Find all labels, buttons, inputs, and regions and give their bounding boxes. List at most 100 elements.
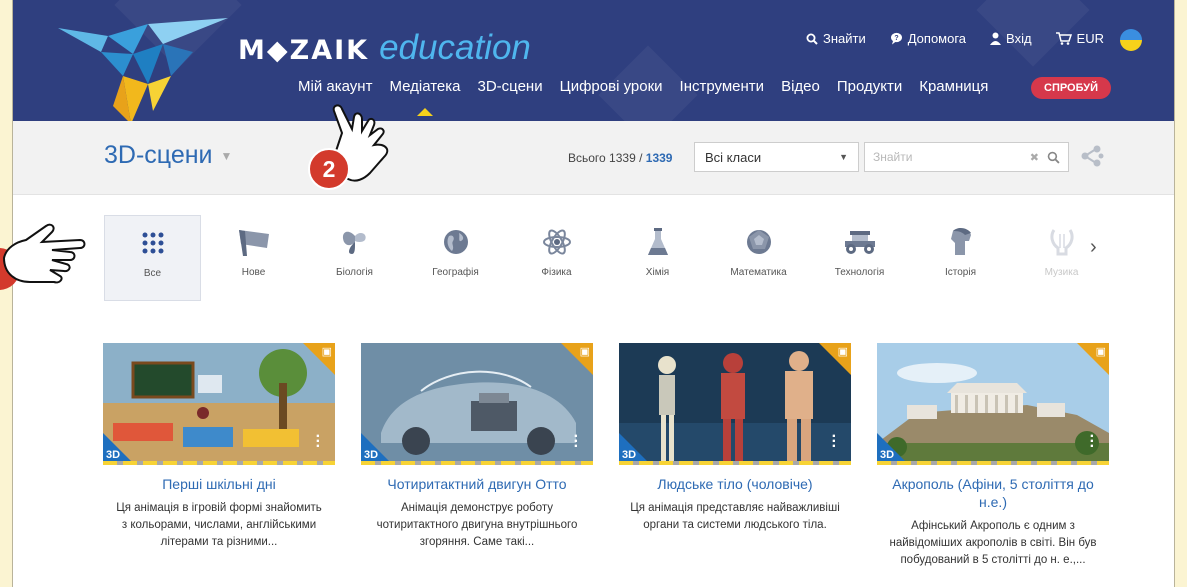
category-label: Хімія [645,267,670,278]
scene-card: ▣ 3D · · · Перші шкільні дні Ця анімація в… [103,343,335,569]
3d-label: 3D [106,449,121,461]
search-box: ✖ [864,142,1069,172]
category-label: Нове [241,267,266,278]
section-title-dropdown[interactable]: 3D-сцени ▼ [104,141,232,170]
step-marker: 2 [308,148,350,190]
site-header: M◆ZAIK education Знайти ? Допомога Вхід … [13,0,1174,121]
scene-title[interactable]: Перші шкільні дні [103,475,335,493]
search-icon [806,33,818,45]
category-all[interactable]: Все [104,215,201,301]
butterfly-icon [340,227,370,257]
brand-wordmark[interactable]: M◆ZAIK education [238,28,531,68]
gift-icon: ▣ [1095,346,1106,358]
gift-icon: ▣ [837,346,848,358]
category-label: Музика [1044,267,1079,278]
car-icon [842,227,878,257]
thumbnail-strip [877,461,1109,465]
scene-card: ▣ 3D · · · Людське тіло (чоловіче) Ця анім… [619,343,851,569]
category-history[interactable]: Історія [912,215,1009,301]
category-label: Біологія [336,267,373,278]
more-options-icon[interactable]: · · · [832,429,837,455]
grid-icon [141,228,165,258]
class-filter-select[interactable]: Всі класи ▼ [694,142,859,172]
currency-label: EUR [1076,31,1104,46]
gift-icon: ▣ [579,346,590,358]
more-options-icon[interactable]: · · · [574,429,579,455]
hummingbird-logo[interactable] [53,6,238,121]
more-options-icon[interactable]: · · · [316,429,321,455]
scene-title[interactable]: Акрополь (Афіни, 5 століття до н.е.) [877,475,1109,511]
scene-card: ▣ 3D · · · Акрополь (Афіни, 5 століття до … [877,343,1109,569]
more-options-icon[interactable]: · · · [1090,429,1095,455]
scene-grid: ▣ 3D · · · Перші шкільні дні Ця анімація в… [103,343,1109,569]
flag-blue [1120,29,1142,40]
scene-title[interactable]: Людське тіло (чоловіче) [619,475,851,493]
dice-icon [746,227,772,257]
help-link-label: Допомога [907,31,967,46]
category-bar: Все Нове Біологія Географія Фізика Хімія… [104,215,1114,303]
category-technology[interactable]: Технологія [811,215,908,301]
nav-digital-lessons[interactable]: Цифрові уроки [560,78,663,95]
category-label: Географія [432,267,479,278]
helmet-icon [949,227,973,257]
main-nav: Мій акаунт Медіатека 3D-сцени Цифрові ур… [298,78,988,116]
nav-video[interactable]: Відео [781,78,820,95]
top-utility-bar: Знайти ? Допомога Вхід EUR [806,31,1104,46]
dropdown-arrow-icon: ▼ [839,152,848,162]
try-button[interactable]: СПРОБУЙ [1031,77,1111,99]
search-link[interactable]: Знайти [806,31,866,46]
nav-tools[interactable]: Інструменти [680,78,765,95]
share-icon[interactable] [1079,143,1105,169]
search-input[interactable] [873,150,1030,164]
flag-yellow [1120,40,1142,51]
category-label: Фізика [541,267,572,278]
scene-thumbnail[interactable]: ▣ 3D · · · [877,343,1109,465]
help-link[interactable]: ? Допомога [890,31,966,46]
category-chemistry[interactable]: Хімія [609,215,706,301]
3d-label: 3D [364,449,379,461]
brand-education: education [379,28,531,67]
language-flag-icon[interactable] [1120,29,1142,51]
cart-icon [1055,32,1072,45]
clear-icon[interactable]: ✖ [1030,151,1039,164]
scene-thumbnail[interactable]: ▣ 3D · · · [619,343,851,465]
login-link-label: Вхід [1006,31,1032,46]
category-biology[interactable]: Біологія [306,215,403,301]
scene-thumbnail[interactable]: ▣ 3D · · · [361,343,593,465]
scene-title[interactable]: Чотиритактний двигун Отто [361,475,593,493]
chevron-right-icon[interactable]: › [1090,236,1097,259]
category-physics[interactable]: Фізика [508,215,605,301]
category-new[interactable]: Нове [205,215,302,301]
results-count-total: 1339 [645,151,673,165]
category-math[interactable]: Математика [710,215,807,301]
globe-icon [443,227,469,257]
category-label: Математика [730,267,787,278]
results-count-label: Всього 1339 / [568,151,643,165]
brand-mozaik: M◆ZAIK [238,35,370,66]
thumbnail-strip [619,461,851,465]
scene-thumbnail[interactable]: ▣ 3D · · · [103,343,335,465]
category-geography[interactable]: Географія [407,215,504,301]
cart-link[interactable]: EUR [1055,31,1104,46]
nav-products[interactable]: Продукти [837,78,902,95]
acropolis-image [877,343,1109,465]
section-toolbar: 3D-сцени ▼ Всього 1339 / 1339 Всі класи … [13,121,1174,195]
category-label: Історія [944,267,976,278]
nav-3d-scenes[interactable]: 3D-сцени [478,78,543,95]
nav-media-library[interactable]: Медіатека [389,78,461,116]
3d-label: 3D [880,449,895,461]
login-link[interactable]: Вхід [990,31,1032,46]
3d-label: 3D [622,449,637,461]
results-count: Всього 1339 / 1339 [568,151,672,165]
scene-description: Ця анімація представляє найважливіші орг… [630,502,840,531]
nav-shop[interactable]: Крамниця [919,78,988,95]
nav-my-account[interactable]: Мій акаунт [298,78,372,95]
search-icon[interactable] [1047,151,1060,164]
help-bubble-icon: ? [890,32,902,45]
category-label: Все [143,268,162,279]
page-title: 3D-сцени [104,141,213,169]
user-icon [990,32,1002,45]
gift-icon: ▣ [321,346,332,358]
thumbnail-strip [361,461,593,465]
page-frame: M◆ZAIK education Знайти ? Допомога Вхід … [12,0,1175,587]
